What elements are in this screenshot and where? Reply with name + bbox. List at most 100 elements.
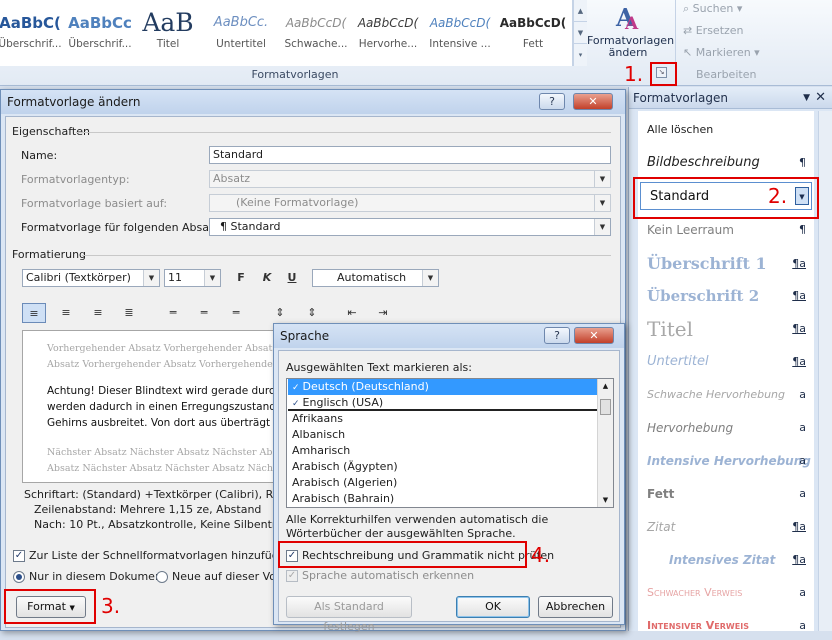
select-button[interactable]: ↖ Markieren ▾ [683,46,760,59]
styles-list-item[interactable]: Intensiver Verweis a [638,612,814,640]
styles-list-item[interactable]: Intensive Hervorhebung a [638,447,814,475]
single-spacing-button[interactable]: ═ [161,303,185,323]
scroll-up-icon[interactable]: ▲ [598,379,613,393]
gallery-scrollbar[interactable]: ▲ ▼ ▾ [573,0,587,66]
styles-list-item[interactable]: Kein Leerraum ¶ [638,216,814,244]
gallery-style-item[interactable]: AaBbCcD(Fett [497,6,569,62]
gallery-style-item[interactable]: AaBbCcD(Schwache... [280,6,352,62]
styles-list-item[interactable]: Überschrift 1 ¶a [638,250,814,278]
space-before-button[interactable]: ⇕ [268,303,292,323]
annotation-1: 1. [624,62,644,86]
gallery-style-preview: AaB [142,8,194,37]
decrease-indent-icon: ⇤ [347,306,357,319]
language-item[interactable]: Arabisch (Bahrain) [288,491,597,507]
align-center-icon: ≡ [61,306,71,319]
gallery-style-item[interactable]: AaBbCcD(Intensive ... [424,6,496,62]
paragraph-style-icon: ¶ [799,156,806,169]
styles-list-item[interactable]: Intensives Zitat ¶a [638,546,814,574]
double-spacing-icon: ═ [232,306,240,319]
gallery-up-icon[interactable]: ▲ [574,0,587,22]
double-spacing-button[interactable]: ═ [224,303,248,323]
close-x-icon: ✕ [588,95,598,108]
underline-button[interactable]: U [280,268,304,288]
styles-list-item[interactable]: Fett a [638,480,814,508]
help-button[interactable]: ? [539,93,565,110]
auto-detect-checkbox[interactable]: ✓ Sprache automatisch erkennen [286,569,474,582]
type-select[interactable]: Absatz ▼ [209,170,611,188]
pane-menu-icon[interactable]: ▼ [803,87,810,109]
search-button[interactable]: ⌕ Suchen ▾ [683,2,742,16]
styles-list-item[interactable]: Untertitel ¶a [638,348,814,376]
language-item[interactable]: Afrikaans [288,411,597,427]
name-field[interactable]: Standard [209,146,611,164]
language-name: Arabisch (Bahrain) [292,492,395,505]
style-gallery[interactable]: AaBbC(Überschrif... AaBbCc Überschrif... Aa… [0,0,573,66]
styles-list-item[interactable]: Schwacher Verweis a [638,579,814,607]
new-documents-radio[interactable]: Neue auf dieser Vorla [156,570,290,583]
gallery-style-item[interactable]: AaB Titel [132,6,204,62]
align-center-button[interactable]: ≡ [54,303,78,323]
replace-button[interactable]: ⇄ Ersetzen [683,24,744,37]
language-item[interactable]: ✓ Englisch (USA) [288,395,597,411]
spellcheck-icon: ✓ [292,383,300,393]
gallery-style-item[interactable]: AaBbCc Überschrif... [64,6,136,62]
quick-style-checkbox[interactable]: ✓ Zur Liste der Schnellformatvorlagen hin… [13,549,292,562]
font-size-select[interactable]: 11 ▼ [164,269,221,287]
styles-list-item[interactable]: Hervorhebung a [638,414,814,442]
one-half-spacing-icon: ═ [200,306,208,319]
font-color-select[interactable]: Automatisch ▼ [312,269,439,287]
cancel-button[interactable]: Abbrechen [538,596,613,618]
binoculars-icon: ⌕ [683,2,690,15]
styles-pane-scrollbar[interactable] [818,111,832,631]
change-styles-button[interactable]: A A Formatvorlagen ändern [587,2,674,68]
language-item[interactable]: ✓ Deutsch (Deutschland) [288,379,597,395]
scroll-thumb[interactable] [600,399,611,415]
close-button[interactable]: ✕ [574,327,614,344]
checkmark-icon: ✓ [13,550,25,562]
space-after-button[interactable]: ⇕ [300,303,324,323]
character-style-icon: a [799,619,806,632]
italic-button[interactable]: K [255,268,279,288]
scroll-down-icon[interactable]: ▼ [598,493,613,507]
preview-next-paragraph: Nächster Absatz Nächster Absatz Nächster… [47,447,278,474]
align-left-button[interactable]: ≡ [22,303,46,323]
help-button[interactable]: ? [544,327,570,344]
language-item[interactable]: Amharisch [288,443,597,459]
ok-button[interactable]: OK [456,596,530,618]
language-item[interactable]: Arabisch (Algerien) [288,475,597,491]
set-default-button[interactable]: Als Standard festlegen [286,596,412,633]
language-item[interactable]: Arabisch (Ägypten) [288,459,597,475]
close-button[interactable]: ✕ [573,93,613,110]
one-half-spacing-button[interactable]: ═ [192,303,216,323]
gallery-down-icon[interactable]: ▼ [574,22,587,44]
gallery-style-label: Intensive ... [429,38,491,50]
gallery-style-item[interactable]: AaBbC(Überschrif... [0,6,66,62]
increase-indent-button[interactable]: ⇥ [371,303,395,323]
based-on-select[interactable]: (Keine Formatvorlage) ▼ [209,194,611,212]
language-item[interactable]: Albanisch [288,427,597,443]
gallery-style-item[interactable]: AaBbCc. Untertitel [205,6,277,62]
ribbon: AaBbC(Überschrif... AaBbCc Überschrif... Aa… [0,0,832,86]
character-style-icon: a [799,454,806,467]
font-select[interactable]: Calibri (Textkörper) ▼ [22,269,160,287]
character-style-icon: a [799,487,806,500]
gallery-more-icon[interactable]: ▾ [574,44,587,66]
styles-list-item[interactable]: Zitat ¶a [638,513,814,541]
bold-button[interactable]: F [229,268,253,288]
styles-list-item[interactable]: Titel ¶a [638,315,814,343]
language-list[interactable]: ✓ Deutsch (Deutschland) ✓ Englisch (USA) Afr… [286,378,614,508]
align-right-button[interactable]: ≡ [86,303,110,323]
clear-all-item[interactable]: Alle löschen [647,123,713,136]
gallery-style-item[interactable]: AaBbCcD(Hervorhe... [352,6,424,62]
svg-text:A: A [624,14,639,32]
close-icon[interactable]: ✕ [815,87,826,109]
language-list-scrollbar[interactable]: ▲ ▼ [597,379,613,507]
next-style-select[interactable]: ¶ Standard ▼ [209,218,611,236]
only-this-document-radio[interactable]: Nur in diesem Dokument [13,570,166,583]
styles-list-item[interactable]: Überschrift 2 ¶a [638,282,814,310]
styles-list-item[interactable]: Bildbeschreibung ¶ [638,149,814,177]
decrease-indent-button[interactable]: ⇤ [340,303,364,323]
highlight-box-4 [278,541,527,568]
justify-button[interactable]: ≣ [117,303,141,323]
styles-list-item[interactable]: Schwache Hervorhebung a [638,381,814,409]
